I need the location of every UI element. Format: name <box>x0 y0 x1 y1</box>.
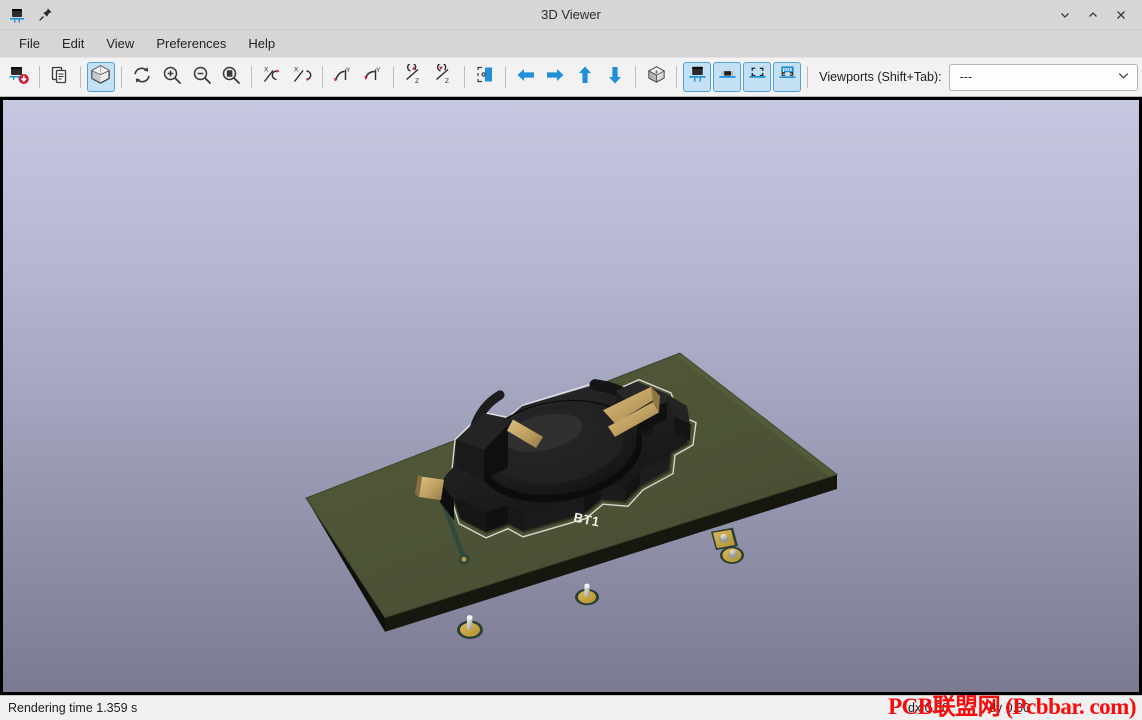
copy-image-button[interactable] <box>46 62 74 92</box>
3d-render-canvas[interactable]: BT1 <box>3 100 1139 692</box>
svg-text:Y: Y <box>346 67 351 74</box>
zoom-out-icon <box>191 64 213 91</box>
flip-board-button[interactable] <box>471 62 499 92</box>
arrow-right-icon <box>544 64 566 91</box>
svg-text:X: X <box>294 66 299 73</box>
maximize-button[interactable] <box>1080 3 1106 27</box>
toolbar-separator <box>322 66 324 88</box>
toolbar-separator <box>635 66 637 88</box>
arrow-left-icon <box>515 64 537 91</box>
zoom-in-icon <box>161 64 183 91</box>
show-not-in-pos-icon: pos <box>777 64 798 90</box>
menu-preferences[interactable]: Preferences <box>145 32 237 55</box>
rotate-z-ccw-icon: Z <box>403 61 425 91</box>
zoom-fit-icon <box>220 64 242 91</box>
pin-head-1-top <box>720 533 728 540</box>
show-virtual-button[interactable] <box>743 62 772 92</box>
viewports-select[interactable]: --- <box>948 63 1138 91</box>
copy-image-icon <box>49 64 71 91</box>
title-bar: 3D Viewer <box>0 0 1142 30</box>
svg-text:Z: Z <box>445 78 449 85</box>
zoom-out-button[interactable] <box>188 62 216 92</box>
toolbar-separator <box>79 66 81 88</box>
pin-head-2-top <box>729 549 737 556</box>
show-virtual-icon <box>747 64 768 90</box>
show-not-in-pos-button[interactable]: pos <box>773 62 802 92</box>
move-left-button[interactable] <box>512 62 540 92</box>
orthographic-cube-icon <box>646 64 667 90</box>
viewports-selected-value: --- <box>959 70 973 84</box>
rotate-z-cw-button[interactable]: Z <box>430 61 458 92</box>
move-down-button[interactable] <box>601 62 629 92</box>
toolbar-separator <box>38 66 40 88</box>
rotate-y-cw-icon: Y <box>362 64 384 91</box>
toolbar-separator <box>463 66 465 88</box>
menu-bar: File Edit View Preferences Help <box>0 30 1142 57</box>
arrow-up-icon <box>574 64 596 91</box>
rotate-x-cw-icon: X <box>291 64 313 91</box>
dx-value: dx 0.00 <box>907 701 949 715</box>
render-cube-icon <box>90 64 111 90</box>
status-bar: Rendering time 1.359 s dx 0.00 dy 0.00 P… <box>0 694 1142 720</box>
toggle-orthographic-button[interactable] <box>642 62 670 92</box>
zoom-in-button[interactable] <box>158 62 186 92</box>
app-window: 3D Viewer File Edit View Preferences Hel… <box>0 0 1142 720</box>
3d-scene: BT1 <box>3 100 1139 692</box>
rotate-x-cw-button[interactable]: X <box>288 62 316 92</box>
move-up-button[interactable] <box>571 62 599 92</box>
title-bar-left-icons <box>0 4 56 26</box>
window-controls <box>1052 3 1142 27</box>
main-toolbar: X X Y Y Z Z pos Viewports (Shift+Tab): -… <box>0 57 1142 97</box>
canvas-border: BT1 <box>0 97 1142 695</box>
toolbar-separator <box>676 66 678 88</box>
dy-value: dy 0.00 <box>988 701 1030 715</box>
render-options-button[interactable] <box>86 62 115 92</box>
rotate-x-ccw-button[interactable]: X <box>258 62 286 92</box>
svg-text:X: X <box>264 66 269 73</box>
pin-icon[interactable] <box>34 4 56 26</box>
svg-text:Y: Y <box>376 67 381 74</box>
flip-board-icon <box>474 64 496 91</box>
rotate-y-ccw-icon: Y <box>332 64 354 91</box>
toolbar-separator <box>807 66 809 88</box>
reload-board-icon <box>8 64 30 91</box>
pcb-trace-via <box>461 556 467 562</box>
reload-board-button[interactable] <box>5 62 33 92</box>
svg-text:Z: Z <box>415 78 419 85</box>
close-button[interactable] <box>1108 3 1134 27</box>
refresh-icon <box>131 64 153 91</box>
rotate-y-ccw-button[interactable]: Y <box>329 62 357 92</box>
mount-pin-center-top <box>584 583 590 589</box>
rendering-time-status: Rendering time 1.359 s <box>8 701 138 715</box>
menu-file[interactable]: File <box>8 32 51 55</box>
minimize-button[interactable] <box>1052 3 1078 27</box>
rotate-z-ccw-button[interactable]: Z <box>400 61 428 92</box>
toolbar-separator <box>504 66 506 88</box>
rotate-z-cw-icon: Z <box>433 61 455 91</box>
toolbar-separator <box>251 66 253 88</box>
window-title: 3D Viewer <box>541 7 601 22</box>
show-smd-button[interactable] <box>713 62 742 92</box>
viewports-label: Viewports (Shift+Tab): <box>819 70 942 84</box>
show-tht-button[interactable] <box>683 62 712 92</box>
menu-help[interactable]: Help <box>237 32 286 55</box>
toolbar-separator <box>120 66 122 88</box>
refresh-button[interactable] <box>128 62 156 92</box>
move-right-button[interactable] <box>541 62 569 92</box>
chevron-down-icon <box>1116 68 1131 86</box>
zoom-fit-button[interactable] <box>217 62 245 92</box>
arrow-down-icon <box>604 64 626 91</box>
show-tht-icon <box>687 64 708 90</box>
coordinate-readout: dx 0.00 dy 0.00 <box>908 701 1142 715</box>
rotate-x-ccw-icon: X <box>261 64 283 91</box>
menu-edit[interactable]: Edit <box>51 32 95 55</box>
toolbar-separator <box>392 66 394 88</box>
solder-tab-left <box>419 476 444 501</box>
mount-pin-left-top <box>466 615 473 620</box>
show-smd-icon <box>717 64 738 90</box>
rotate-y-cw-button[interactable]: Y <box>359 62 387 92</box>
menu-view[interactable]: View <box>95 32 145 55</box>
pcb-3d-viewer-icon <box>6 4 28 26</box>
